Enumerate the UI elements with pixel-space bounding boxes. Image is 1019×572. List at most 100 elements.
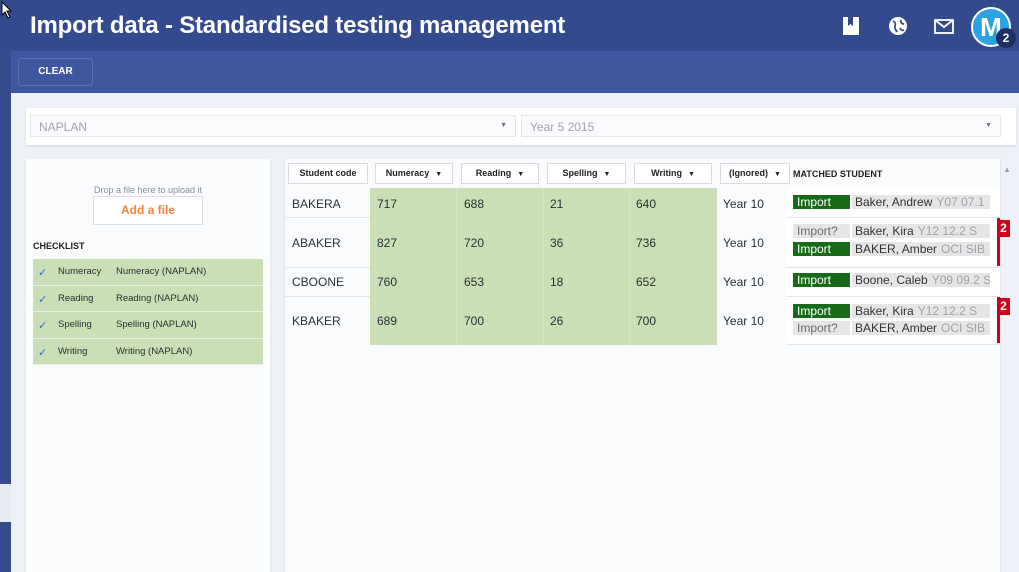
checklist-item-name: Writing bbox=[58, 345, 88, 357]
student-name: BAKER, Amber bbox=[855, 321, 938, 335]
dropdown-arrow-icon: ▼ bbox=[435, 171, 443, 178]
mail-icon[interactable] bbox=[933, 15, 955, 37]
cell-spelling: 18 bbox=[550, 275, 564, 289]
cell-spelling: 26 bbox=[550, 314, 564, 328]
column-header-student-code[interactable]: Student code bbox=[288, 163, 368, 184]
upload-panel: Drop a file here to upload it Add a file… bbox=[26, 159, 270, 572]
matched-student-cell: Import Boone, Caleb Y09 09.2 S bbox=[787, 268, 1000, 296]
student-name: Boone, Caleb bbox=[855, 273, 928, 287]
cell-year: Year 10 bbox=[723, 197, 764, 211]
matched-student-name: BAKER, Amber OCI SIB bbox=[852, 242, 990, 256]
cell-numeracy: 717 bbox=[377, 197, 398, 211]
title-bar: Import data - Standardised testing manag… bbox=[0, 0, 1019, 51]
test-select[interactable]: NAPLAN ▼ bbox=[30, 115, 516, 137]
import-table-panel: Student code Numeracy ▼ Reading ▼ Spelling… bbox=[285, 159, 1000, 572]
add-file-button[interactable]: Add a file bbox=[93, 196, 203, 225]
match-option: Import Baker, Andrew Y07 07.1 bbox=[793, 195, 990, 209]
column-header-label: Student code bbox=[299, 168, 357, 178]
match-option: Import? BAKER, Amber OCI SIB bbox=[793, 321, 990, 335]
import-button[interactable]: Import bbox=[793, 195, 850, 209]
left-edge-notch bbox=[0, 484, 11, 522]
cell-student-code: KBAKER bbox=[292, 314, 341, 328]
checklist-item: ✓ Spelling Spelling (NAPLAN) bbox=[33, 312, 263, 339]
column-header-label: Writing bbox=[651, 168, 682, 178]
match-option: Import Boone, Caleb Y09 09.2 S bbox=[793, 273, 990, 287]
match-option: Import BAKER, Amber OCI SIB bbox=[793, 242, 990, 256]
column-header-writing[interactable]: Writing ▼ bbox=[634, 163, 712, 184]
student-class: Y07 07.1 bbox=[936, 195, 985, 209]
left-edge-strip bbox=[0, 0, 11, 572]
student-name: Baker, Kira bbox=[855, 224, 914, 238]
avatar-count-badge: 2 bbox=[996, 28, 1016, 48]
cell-reading: 653 bbox=[464, 275, 485, 289]
student-class: Y12 12.2 S bbox=[917, 304, 978, 318]
import-maybe-button[interactable]: Import? bbox=[793, 321, 850, 335]
import-button[interactable]: Import bbox=[793, 304, 850, 318]
cohort-select-value: Year 5 2015 bbox=[530, 120, 595, 134]
row-divider bbox=[285, 217, 370, 218]
cell-writing: 640 bbox=[636, 197, 657, 211]
globe-icon[interactable] bbox=[887, 15, 909, 37]
cell-student-code: ABAKER bbox=[292, 236, 341, 250]
import-button[interactable]: Import bbox=[793, 242, 850, 256]
checkmark-icon: ✓ bbox=[38, 267, 48, 279]
checklist-item: ✓ Writing Writing (NAPLAN) bbox=[33, 338, 263, 365]
mouse-cursor-icon bbox=[1, 1, 13, 19]
column-header-reading[interactable]: Reading ▼ bbox=[461, 163, 539, 184]
checklist-item-source: Reading (NAPLAN) bbox=[116, 292, 199, 304]
column-header-numeracy[interactable]: Numeracy ▼ bbox=[375, 163, 453, 184]
match-count-badge: 2 bbox=[997, 220, 1010, 237]
cell-reading: 688 bbox=[464, 197, 485, 211]
checklist-item-name: Numeracy bbox=[58, 266, 102, 277]
test-select-value: NAPLAN bbox=[39, 120, 88, 134]
cohort-select[interactable]: Year 5 2015 ▼ bbox=[521, 115, 1001, 137]
match-option: Import Baker, Kira Y12 12.2 S bbox=[793, 304, 990, 318]
student-class: OCI SIB bbox=[941, 321, 986, 335]
student-class: OCI SIB bbox=[941, 242, 986, 256]
checkmark-icon: ✓ bbox=[38, 346, 48, 359]
dropdown-arrow-icon: ▼ bbox=[517, 171, 525, 178]
matched-student-name: Boone, Caleb Y09 09.2 S bbox=[852, 273, 990, 287]
column-divider bbox=[456, 188, 457, 345]
checklist-title: CHECKLIST bbox=[33, 241, 85, 251]
toolbar: CLEAR bbox=[11, 51, 1019, 93]
matched-student-cell: Import Baker, Andrew Y07 07.1 bbox=[787, 188, 1000, 216]
scroll-up-arrow-icon[interactable]: ▲ bbox=[1003, 165, 1011, 174]
cell-student-code: CBOONE bbox=[292, 275, 345, 289]
student-name: Baker, Andrew bbox=[855, 195, 933, 209]
matched-student-name: Baker, Kira Y12 12.2 S bbox=[852, 224, 990, 238]
cell-numeracy: 760 bbox=[377, 275, 398, 289]
import-maybe-button[interactable]: Import? bbox=[793, 224, 850, 238]
import-button[interactable]: Import bbox=[793, 273, 850, 287]
dropdown-arrow-icon: ▼ bbox=[687, 171, 695, 178]
match-count-badge: 2 bbox=[997, 298, 1010, 315]
checklist: ✓ Numeracy Numeracy (NAPLAN) ✓ Reading R… bbox=[33, 259, 263, 365]
column-header-ignored[interactable]: (Ignored) ▼ bbox=[720, 163, 790, 184]
cell-student-code: BAKERA bbox=[292, 197, 341, 211]
student-class: Y09 09.2 S bbox=[931, 273, 990, 287]
checklist-item-source: Writing (NAPLAN) bbox=[116, 345, 193, 357]
dropdown-arrow-icon: ▼ bbox=[603, 171, 611, 178]
bookmark-icon[interactable] bbox=[840, 15, 862, 37]
checkmark-icon: ✓ bbox=[38, 320, 48, 332]
checklist-item-source: Spelling (NAPLAN) bbox=[116, 319, 197, 330]
column-header-label: Spelling bbox=[562, 168, 598, 178]
matched-student-cell: Import? Baker, Kira Y12 12.2 S Import BAK… bbox=[787, 218, 1000, 266]
drop-zone-text[interactable]: Drop a file here to upload it bbox=[26, 185, 270, 195]
chevron-down-icon: ▼ bbox=[985, 122, 992, 129]
filter-bar: NAPLAN ▼ Year 5 2015 ▼ bbox=[26, 108, 1016, 145]
column-divider bbox=[543, 188, 544, 345]
dropdown-arrow-icon: ▼ bbox=[774, 171, 781, 178]
cell-year: Year 10 bbox=[723, 275, 764, 289]
column-header-spelling[interactable]: Spelling ▼ bbox=[547, 163, 626, 184]
student-name: BAKER, Amber bbox=[855, 242, 938, 256]
column-divider bbox=[629, 188, 630, 345]
cell-spelling: 36 bbox=[550, 236, 564, 250]
cell-writing: 736 bbox=[636, 236, 657, 250]
checkmark-icon: ✓ bbox=[38, 293, 48, 306]
matched-student-name: Baker, Kira Y12 12.2 S bbox=[852, 304, 990, 318]
row-divider bbox=[787, 344, 1000, 345]
cell-spelling: 21 bbox=[550, 197, 564, 211]
clear-button[interactable]: CLEAR bbox=[18, 58, 93, 86]
page-title: Import data - Standardised testing manag… bbox=[30, 12, 566, 39]
